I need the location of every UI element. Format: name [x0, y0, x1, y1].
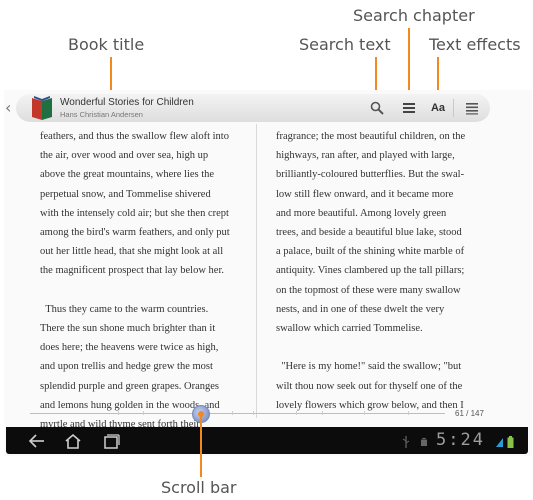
- callout-search-chapter: Search chapter: [353, 6, 475, 25]
- text-line: a palace, built of the shining white mar…: [276, 246, 465, 258]
- home-icon[interactable]: [62, 432, 84, 450]
- scroll-tick: [118, 411, 119, 415]
- text-line: out her little head, that she might look…: [40, 246, 224, 258]
- text-line: above the great mountains, where lies th…: [40, 169, 215, 181]
- book-author: Hans Christian Andersen: [60, 110, 143, 119]
- recent-apps-icon[interactable]: [100, 432, 122, 450]
- scroll-tick: [322, 411, 323, 415]
- text-line: does here; the heavens were twice as hig…: [40, 342, 219, 354]
- text-line: "Here is my home!" said the swallow; "bu…: [276, 361, 462, 373]
- text-line: [40, 281, 252, 300]
- usb-icon: [402, 434, 410, 448]
- text-line: Thus they came to the warm countries.: [40, 303, 209, 315]
- chevron-left-icon[interactable]: ‹: [5, 99, 19, 117]
- text-line: on the topmost of these were many swallo…: [276, 284, 461, 296]
- callout-book-title: Book title: [68, 35, 145, 54]
- page-gutter: [256, 124, 257, 418]
- callout-text-effects: Text effects: [429, 35, 521, 54]
- callout-scroll-bar: Scroll bar: [161, 478, 237, 497]
- text-line: highways, ran after, and played with lar…: [276, 150, 455, 162]
- scroll-tick: [364, 411, 365, 415]
- text-line: and upon trellis and hedge grew the most: [40, 361, 213, 373]
- toolbar-divider: [453, 99, 454, 117]
- text-line: swallow which carried Tommelise.: [276, 323, 423, 335]
- text-line: the air, over wood and over sea, high up: [40, 150, 209, 162]
- text-effects-icon[interactable]: Aa: [428, 98, 448, 118]
- text-line: There the sun shone much brighter than i…: [40, 323, 216, 335]
- right-page: fragrance; the most beautiful children, …: [276, 127, 488, 415]
- text-line: brilliantly-coloured butterflies. But th…: [276, 169, 465, 181]
- text-line: wilt thou now seek out for thyself one o…: [276, 380, 463, 392]
- signal-icon: [495, 434, 504, 448]
- search-icon[interactable]: [367, 98, 387, 118]
- text-line: and more beautiful. Among lovely green: [276, 207, 447, 219]
- scroll-bar-track[interactable]: [30, 413, 445, 414]
- text-line: nests, and in one of these dwelt the ver…: [276, 303, 445, 315]
- text-line: [276, 338, 488, 357]
- callout-search-text: Search text: [299, 35, 391, 54]
- page-indicator: 61 / 147: [455, 409, 484, 418]
- text-line: fragrance; the most beautiful children, …: [276, 131, 466, 142]
- android-icon: [419, 434, 429, 448]
- book-icon[interactable]: [31, 95, 53, 121]
- scroll-tick: [143, 411, 144, 415]
- text-line: the magnificent prospect that lay below …: [40, 265, 224, 277]
- text-line: low still flew onward, and it became mor…: [276, 188, 454, 200]
- callout-scroll-bar-line: [200, 415, 202, 477]
- menu-icon[interactable]: [462, 98, 482, 118]
- scroll-tick: [408, 411, 409, 415]
- scroll-tick: [232, 411, 233, 415]
- text-line: among the bird's warm feathers, and only…: [40, 227, 230, 239]
- text-line: splendid purple and green grapes. Orange…: [40, 380, 220, 392]
- status-clock: 5:24: [436, 430, 485, 450]
- callout-search-chapter-line: [408, 28, 410, 96]
- text-line: antiquity. Vines clambered up the tall p…: [276, 265, 465, 277]
- text-line: feathers, and thus the swallow flew alof…: [40, 131, 229, 142]
- chapter-list-icon[interactable]: [399, 98, 419, 118]
- text-effects-label: Aa: [430, 102, 446, 114]
- book-title: Wonderful Stories for Children: [60, 97, 194, 108]
- text-line: perpetual snow, and Tommelise shivered: [40, 188, 211, 200]
- text-line: trees, and beside a beautiful blue lake,…: [276, 227, 462, 239]
- scroll-tick: [253, 411, 254, 415]
- left-page: feathers, and thus the swallow flew alof…: [40, 127, 252, 434]
- battery-icon: [507, 434, 514, 448]
- back-icon[interactable]: [26, 432, 48, 450]
- scroll-tick: [296, 411, 297, 415]
- text-line: with the intensely cold air; but she the…: [40, 207, 229, 219]
